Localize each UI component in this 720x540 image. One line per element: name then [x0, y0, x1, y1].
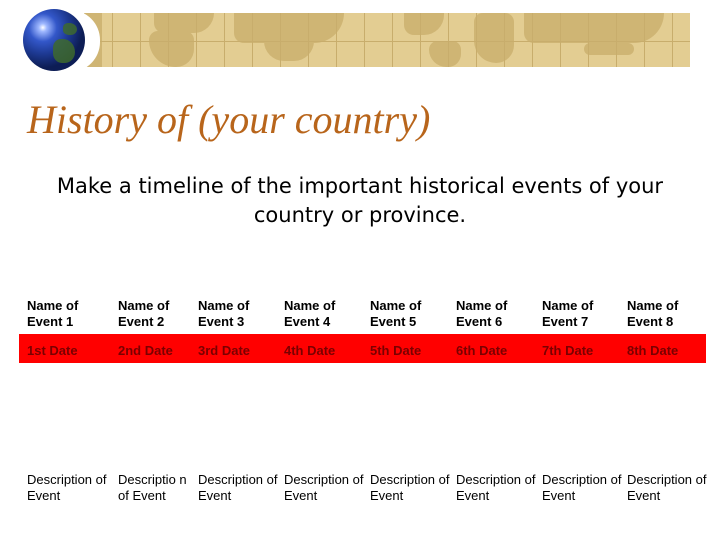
slide-subtitle: Make a timeline of the important histori… — [56, 174, 664, 227]
event-description: Description of Event — [198, 472, 278, 503]
event-name: Name of Event 4 — [284, 298, 336, 329]
event-date: 4th Date — [284, 343, 336, 358]
globe-icon — [23, 9, 85, 71]
event-date: 6th Date — [456, 343, 508, 358]
slide-title: History of (your country) — [27, 97, 431, 142]
event-name: Name of Event 8 — [627, 298, 679, 329]
event-name: Name of Event 1 — [27, 298, 79, 329]
event-description: Description of Event — [27, 472, 107, 503]
event-name: Name of Event 3 — [198, 298, 250, 329]
event-name: Name of Event 5 — [370, 298, 422, 329]
event-description: Descriptio n of Event — [118, 472, 187, 503]
event-description: Description of Event — [456, 472, 536, 503]
event-description: Description of Event — [284, 472, 364, 503]
event-date: 3rd Date — [198, 343, 251, 358]
event-description: Description of Event — [627, 472, 707, 503]
world-map-banner — [84, 13, 690, 67]
event-description: Description of Event — [370, 472, 450, 503]
event-date: 1st Date — [27, 343, 78, 358]
event-date: 5th Date — [370, 343, 422, 358]
event-name: Name of Event 6 — [456, 298, 508, 329]
event-name: Name of Event 7 — [542, 298, 594, 329]
event-name: Name of Event 2 — [118, 298, 170, 329]
event-date: 8th Date — [627, 343, 679, 358]
event-date: 7th Date — [542, 343, 594, 358]
event-date: 2nd Date — [118, 343, 173, 358]
event-description: Description of Event — [542, 472, 622, 503]
